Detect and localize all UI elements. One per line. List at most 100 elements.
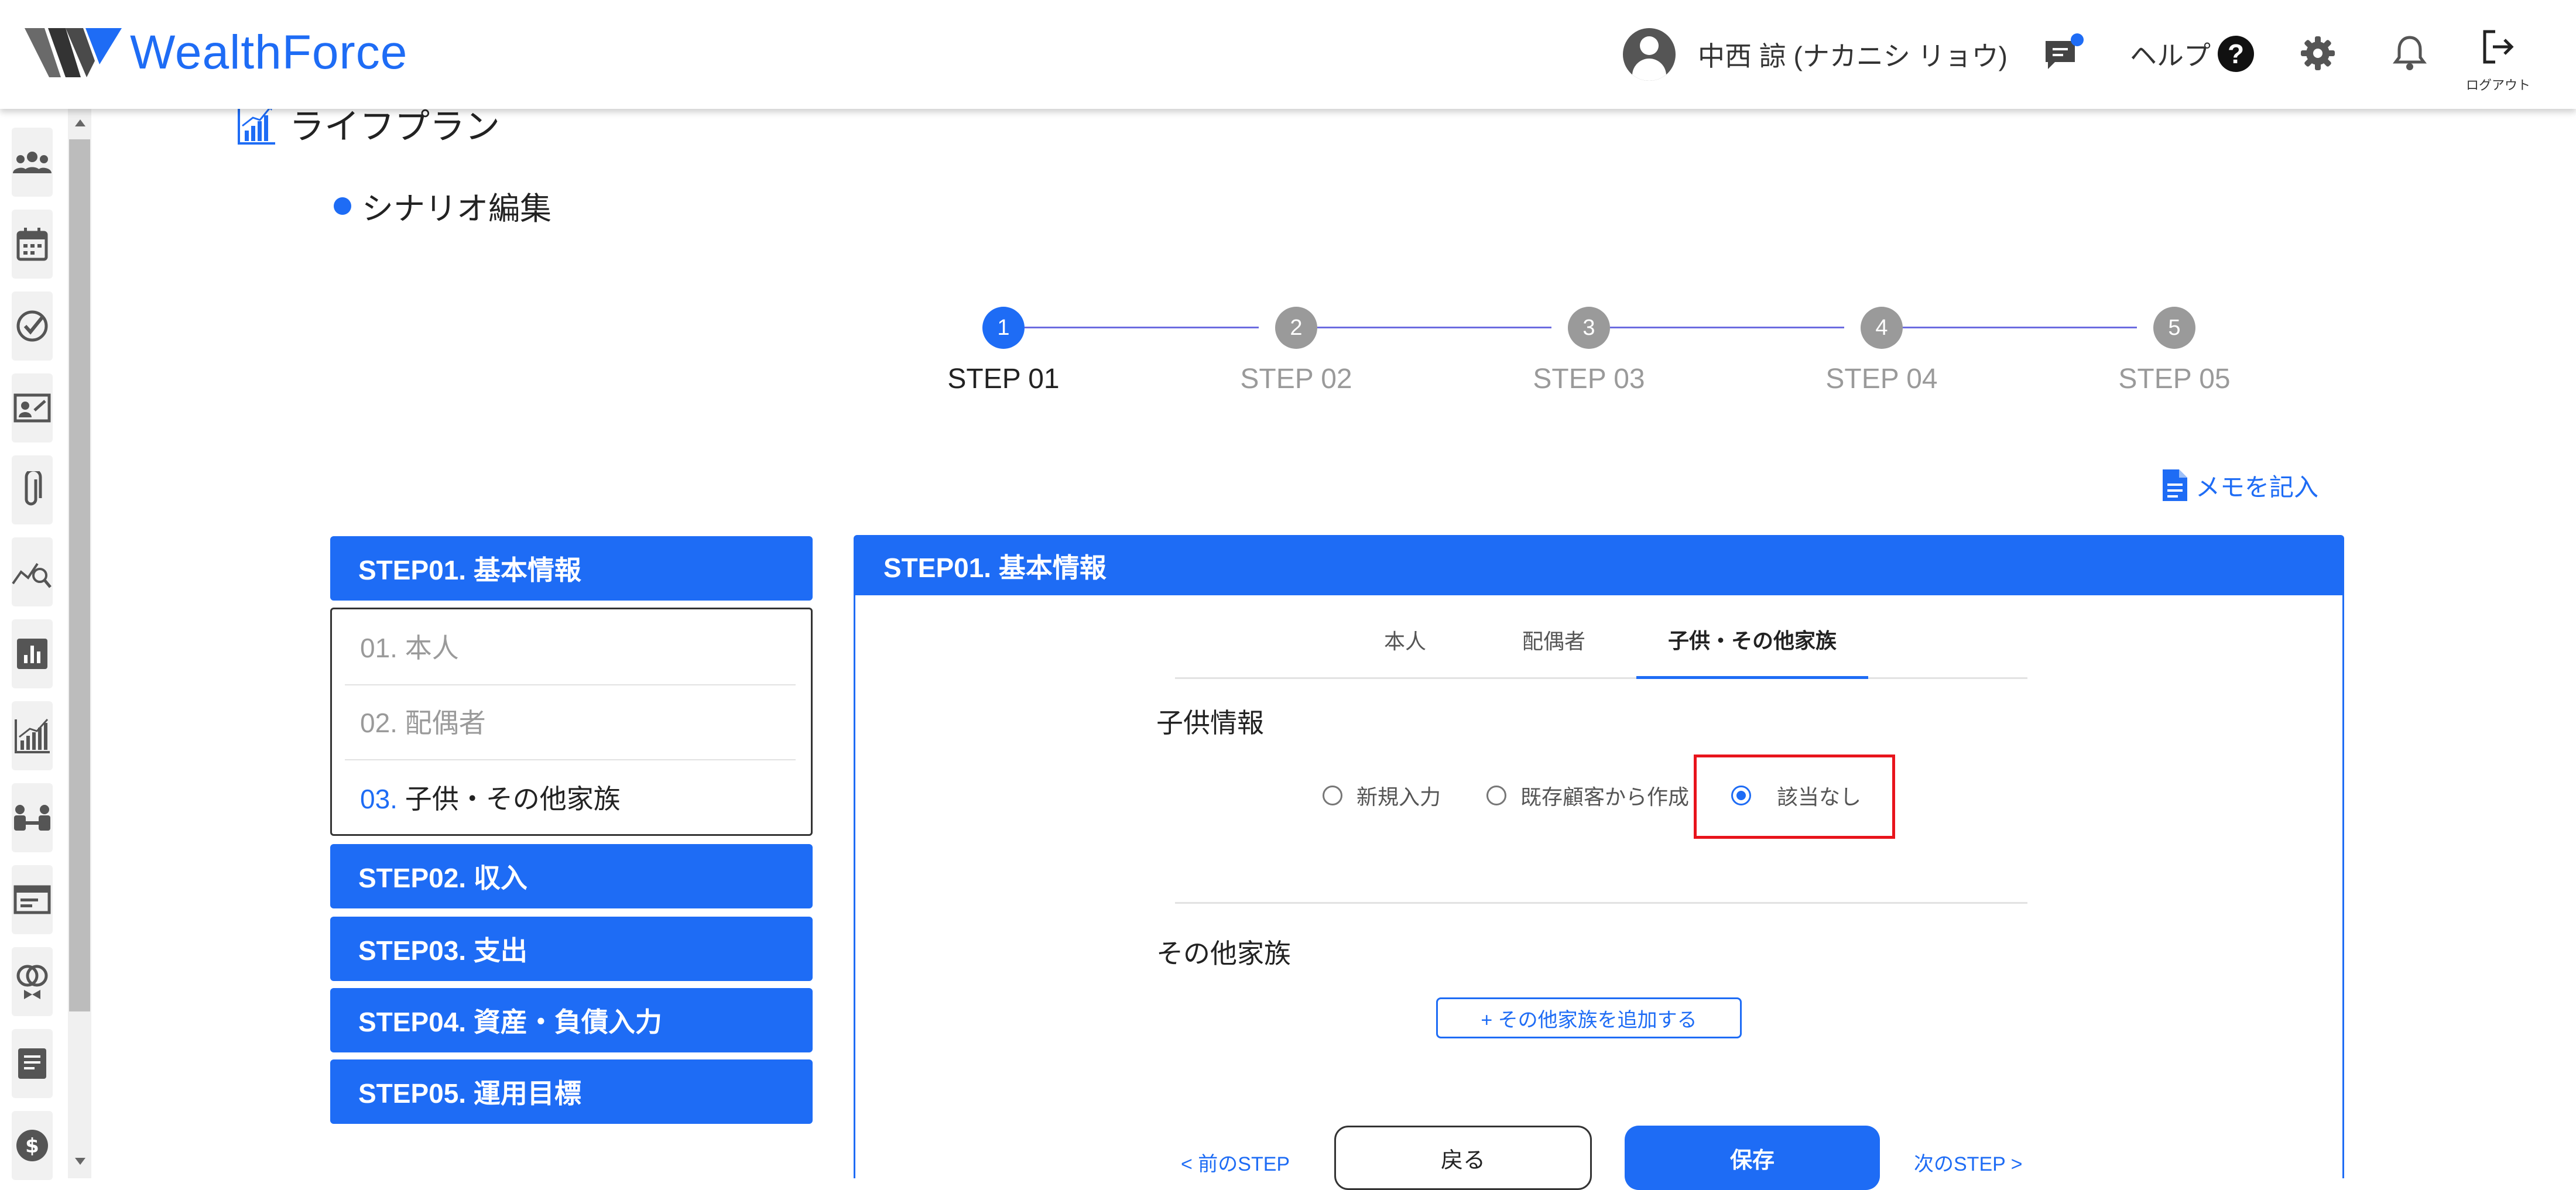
logout-label[interactable]: ログアウト (2466, 75, 2530, 94)
nav-step01-subitems: 01. 本人 02. 配偶者 03. 子供・その他家族 (330, 608, 813, 836)
save-button[interactable]: 保存 (1625, 1126, 1880, 1190)
people-icon (13, 152, 52, 173)
step-3-label: STEP 03 (1533, 363, 1645, 395)
brand-name: WealthForce (130, 26, 408, 79)
help-label: ヘルプ (2130, 40, 2211, 71)
step-1-circle[interactable]: 1 (982, 307, 1025, 349)
sidebar-item-finance[interactable]: $ (12, 1111, 53, 1180)
scroll-thumb[interactable] (69, 139, 90, 1011)
sidebar-item-people[interactable] (12, 128, 53, 197)
add-other-family-button[interactable]: + その他家族を追加する (1436, 997, 1742, 1038)
nav-step03[interactable]: STEP03. 支出 (330, 917, 813, 981)
user-menu[interactable]: 中西 諒 (ナカニシ リョウ) (1623, 26, 2008, 83)
radio-button[interactable] (1486, 786, 1506, 805)
nav-subitem-children-family[interactable]: 03. 子供・その他家族 (360, 778, 621, 817)
bullet-dot-icon (334, 197, 351, 215)
help-button[interactable]: ヘルプ ? (2130, 30, 2254, 77)
back-button[interactable]: 戻る (1334, 1126, 1592, 1190)
gear-icon[interactable] (2298, 34, 2337, 73)
svg-text:$: $ (25, 1134, 39, 1158)
sidebar-item-reports[interactable] (12, 619, 53, 688)
step-connector (1025, 327, 1259, 328)
section-subtitle-text: シナリオ編集 (362, 191, 551, 227)
step-progress: 1 2 3 4 5 STEP 01 STEP 02 STEP 03 STEP 0… (0, 304, 2576, 398)
step-connector (1903, 327, 2137, 328)
sidebar-scrollbar[interactable] (68, 109, 91, 1178)
sidebar-item-family[interactable] (12, 947, 53, 1016)
tab-children-family[interactable]: 子供・その他家族 (1636, 602, 1868, 679)
nav-step04[interactable]: STEP04. 資産・負債入力 (330, 988, 813, 1052)
growth-chart-icon (15, 718, 50, 753)
step-2-circle[interactable]: 2 (1275, 307, 1317, 349)
brand-logo[interactable]: WealthForce (25, 23, 407, 82)
nav-subitem-label: 配偶者 (405, 708, 486, 738)
nav-subitem-number: 01. (360, 633, 398, 663)
nav-step05[interactable]: STEP05. 運用目標 (330, 1059, 813, 1124)
scroll-up-arrow-icon[interactable] (75, 119, 85, 126)
bar-chart-icon (17, 639, 47, 669)
main-panel: STEP01. 基本情報 本人 配偶者 子供・その他家族 子供情報 新規入力 既… (854, 535, 2344, 1190)
sidebar-item-meetings[interactable] (12, 783, 53, 852)
step-1-label: STEP 01 (947, 363, 1060, 395)
radio-label: 既存顧客から作成 (1520, 785, 1690, 809)
radio-from-existing-customer[interactable]: 既存顧客から作成 (1486, 778, 1689, 813)
children-info-title: 子供情報 (1156, 708, 1264, 738)
main-panel-header: STEP01. 基本情報 (855, 537, 2342, 595)
nav-divider (345, 684, 796, 685)
sidebar-item-attachments[interactable] (12, 455, 53, 524)
logout-icon[interactable] (2480, 28, 2515, 66)
brand-logo-mark (25, 28, 122, 77)
step-4-label: STEP 04 (1825, 363, 1938, 395)
step-4-circle[interactable]: 4 (1861, 307, 1903, 349)
step-5-label: STEP 05 (2118, 363, 2231, 395)
sidebar-item-calendar[interactable] (12, 210, 53, 279)
nav-subitem-number: 02. (360, 708, 398, 738)
account-circle-icon (1623, 28, 1676, 81)
radio-label: 新規入力 (1356, 785, 1441, 809)
nav-subitem-self[interactable]: 01. 本人 (360, 627, 459, 666)
bell-icon[interactable] (2391, 33, 2428, 74)
step-3-circle[interactable]: 3 (1568, 307, 1610, 349)
sidebar-item-cards[interactable] (12, 865, 53, 934)
rings-icon (16, 965, 48, 999)
section-divider (1175, 902, 2027, 904)
step-5-circle[interactable]: 5 (2153, 307, 2195, 349)
step-connector (1610, 327, 1844, 328)
tab-self[interactable]: 本人 (1367, 602, 1443, 677)
note-icon (2163, 469, 2187, 501)
chat-icon[interactable] (2042, 33, 2085, 76)
app-header: WealthForce 中西 諒 (ナカニシ リョウ) ヘルプ ? ログアウト (0, 0, 2576, 109)
calendar-icon (16, 228, 48, 261)
card-icon (13, 885, 51, 914)
sidebar-item-lifeplan[interactable] (12, 701, 53, 770)
nav-subitem-spouse[interactable]: 02. 配偶者 (360, 702, 486, 740)
memo-link[interactable]: メモを記入 (2160, 467, 2318, 503)
nav-subitem-label: 本人 (405, 633, 459, 663)
help-icon: ? (2218, 36, 2254, 72)
nav-step02[interactable]: STEP02. 収入 (330, 844, 813, 908)
paperclip-icon (25, 471, 42, 506)
sidebar-item-documents[interactable] (12, 1029, 53, 1098)
document-icon (18, 1048, 46, 1079)
nav-divider (345, 759, 796, 760)
nav-subitem-label: 子供・その他家族 (405, 784, 621, 814)
radio-button[interactable] (1323, 786, 1342, 805)
memo-link-label: メモを記入 (2195, 473, 2319, 501)
step-2-label: STEP 02 (1240, 363, 1352, 395)
prev-step-link[interactable]: < 前のSTEP (1181, 1148, 1290, 1177)
meeting-icon (14, 805, 50, 831)
family-tabs: 本人 配偶者 子供・その他家族 (1175, 602, 2027, 679)
section-subtitle: シナリオ編集 (334, 183, 551, 229)
next-step-link[interactable]: 次のSTEP > (1914, 1148, 2023, 1177)
dollar-icon: $ (16, 1130, 48, 1161)
step-connector (1317, 327, 1551, 328)
tab-spouse[interactable]: 配偶者 (1516, 602, 1592, 677)
scroll-down-arrow-icon[interactable] (75, 1158, 85, 1165)
radio-new-entry[interactable]: 新規入力 (1323, 778, 1441, 813)
user-name: 中西 諒 (ナカニシ リョウ) (1698, 41, 2008, 71)
analysis-icon (12, 563, 52, 588)
nav-subitem-number: 03. (360, 784, 398, 814)
sidebar-item-analysis[interactable] (12, 537, 53, 606)
other-family-title: その他家族 (1156, 938, 1291, 969)
nav-step01[interactable]: STEP01. 基本情報 (330, 536, 813, 601)
